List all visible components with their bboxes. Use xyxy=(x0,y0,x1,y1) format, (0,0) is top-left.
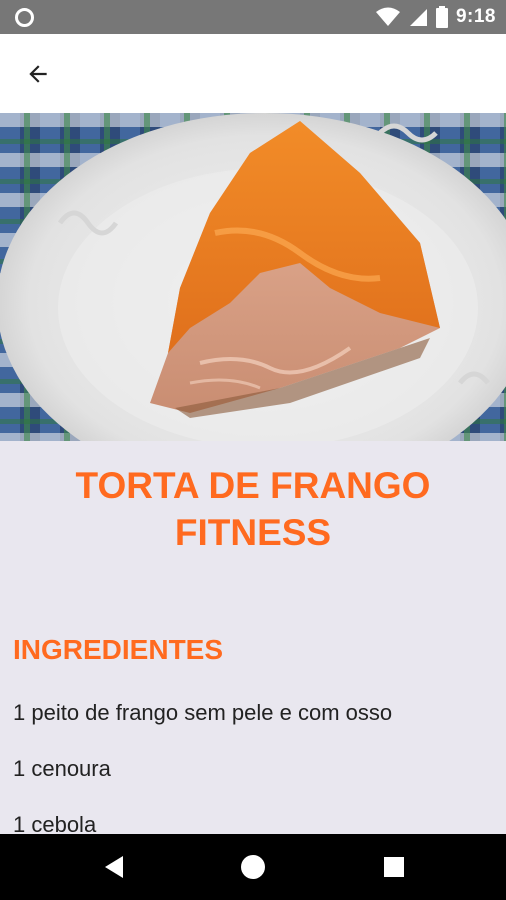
app-bar xyxy=(0,34,506,114)
recents-square-icon xyxy=(384,857,404,877)
nav-home-button[interactable] xyxy=(235,849,271,885)
recipe-title-line1: TORTA DE FRANGO xyxy=(75,465,431,506)
nav-recents-button[interactable] xyxy=(376,849,412,885)
wifi-icon xyxy=(375,7,400,26)
back-triangle-icon xyxy=(105,856,123,878)
signal-icon xyxy=(409,9,427,26)
home-circle-icon xyxy=(241,855,265,879)
list-item: 1 peito de frango sem pele e com osso xyxy=(13,700,393,725)
ingredients-heading: INGREDIENTES xyxy=(13,634,224,665)
arrow-back-icon xyxy=(29,65,47,83)
recipe-title-line2: FITNESS xyxy=(174,512,332,553)
nav-back-button[interactable] xyxy=(96,849,132,885)
notification-circle-icon xyxy=(15,8,34,27)
recipe-photo xyxy=(0,113,506,441)
status-time: 9:18 xyxy=(455,6,496,27)
navigation-bar xyxy=(0,834,506,900)
battery-icon xyxy=(435,6,448,28)
back-button[interactable] xyxy=(14,50,62,98)
list-item: 1 cenoura xyxy=(13,756,111,781)
chicken-pie-photo xyxy=(0,113,506,441)
status-icons: 9:18 xyxy=(375,0,496,34)
recipe-title: TORTA DE FRANGO FITNESS xyxy=(0,462,506,556)
status-bar: 9:18 xyxy=(0,0,506,34)
